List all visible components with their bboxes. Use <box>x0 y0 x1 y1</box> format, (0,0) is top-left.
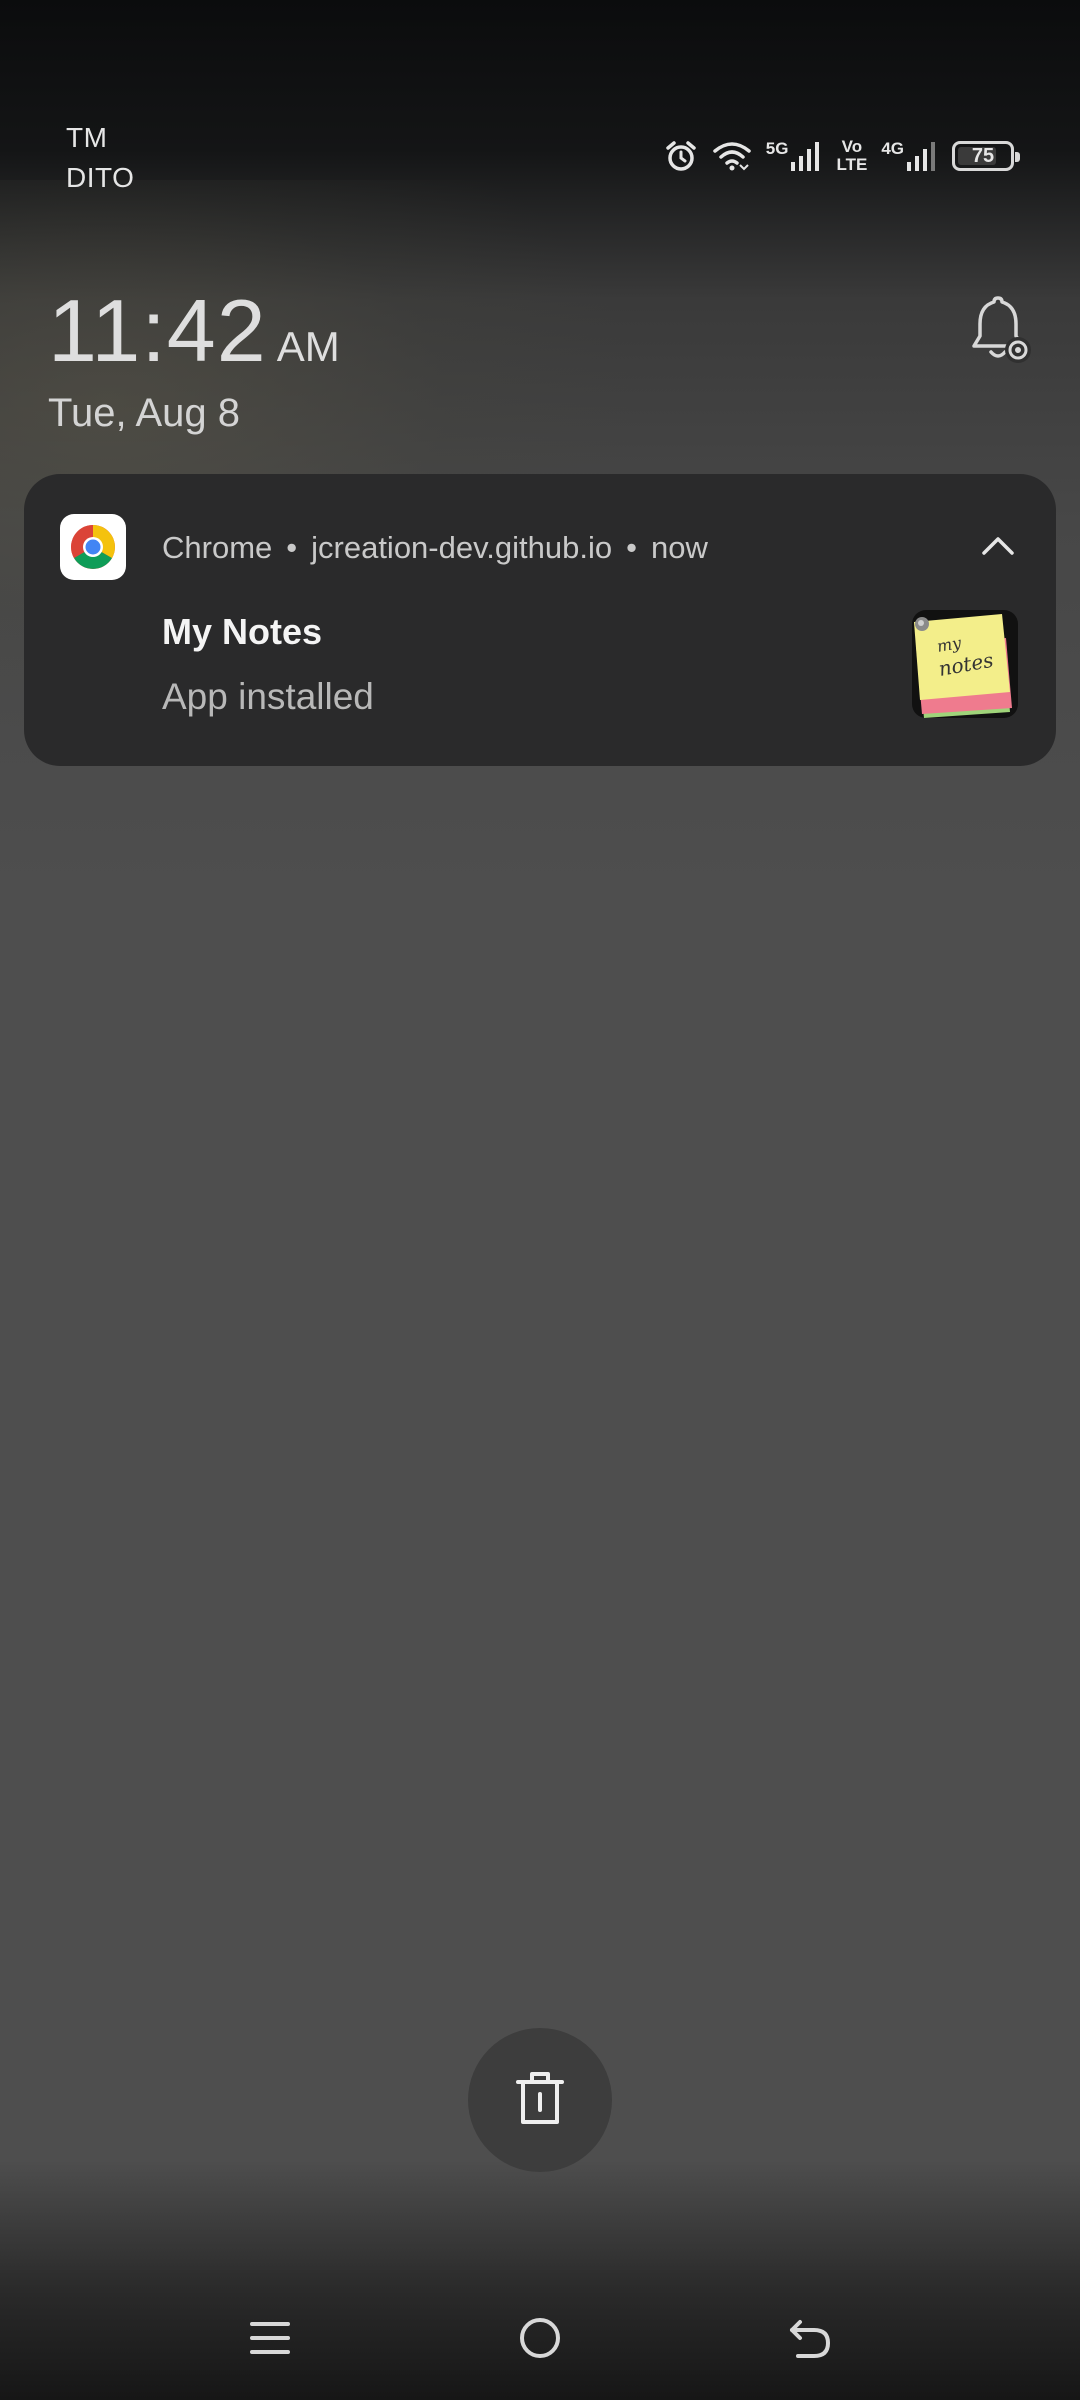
carrier-names: TM DITO <box>66 118 134 198</box>
network-type-label: 5G <box>765 139 789 158</box>
status-icons: 5G Vo LTE 4G 75 <box>664 134 1020 178</box>
back-button[interactable] <box>770 2300 850 2380</box>
notification-time: now <box>650 530 708 565</box>
trash-icon <box>512 2068 568 2133</box>
separator-dot: • <box>286 530 298 565</box>
notification-source: jcreation-dev.github.io <box>311 530 613 565</box>
carrier-label-1: TM <box>66 122 108 153</box>
separator-dot: • <box>626 530 637 565</box>
app-name: Chrome <box>162 530 273 565</box>
clock-ampm: AM <box>276 323 340 370</box>
battery-icon: 75 <box>952 141 1020 171</box>
volte-label: Vo LTE <box>836 137 868 174</box>
signal-icon <box>791 142 820 171</box>
navigation-bar <box>0 2280 1080 2400</box>
clock-time: 11:42 <box>48 281 267 380</box>
network-type-label: 4G <box>881 139 904 158</box>
chrome-icon <box>60 514 126 580</box>
collapse-chevron-up-icon[interactable] <box>976 524 1020 568</box>
battery-percentage: 75 <box>971 144 995 167</box>
notification-header: Chrome • jcreation-dev.github.io • now <box>162 526 708 570</box>
signal-5g: 5G <box>766 140 823 172</box>
notification-settings-icon[interactable] <box>966 296 1032 366</box>
home-button[interactable] <box>500 2300 580 2380</box>
battery-tip <box>1015 152 1020 162</box>
notification-body: App installed <box>162 676 374 717</box>
clear-all-button[interactable] <box>468 2028 612 2172</box>
clock: 11:42 AM <box>48 276 340 386</box>
home-icon <box>518 2316 562 2365</box>
recent-apps-button[interactable] <box>230 2300 310 2380</box>
back-icon <box>786 2316 834 2365</box>
notification-title: My Notes <box>162 611 323 652</box>
alarm-icon <box>664 139 698 173</box>
my-notes-app-icon: my notes <box>908 608 1020 720</box>
notification-card[interactable]: Chrome • jcreation-dev.github.io • now My No… <box>24 474 1056 766</box>
menu-icon <box>248 2316 292 2365</box>
carrier-label-2: DITO <box>66 162 135 193</box>
signal-icon <box>907 142 935 171</box>
wifi-icon <box>712 139 752 173</box>
notification-shade: TM DITO 5G Vo LTE 4G 75 11:42 AM Tue, Au… <box>0 0 1080 2400</box>
signal-4g: 4G <box>881 140 938 172</box>
clock-date: Tue, Aug 8 <box>48 391 240 435</box>
